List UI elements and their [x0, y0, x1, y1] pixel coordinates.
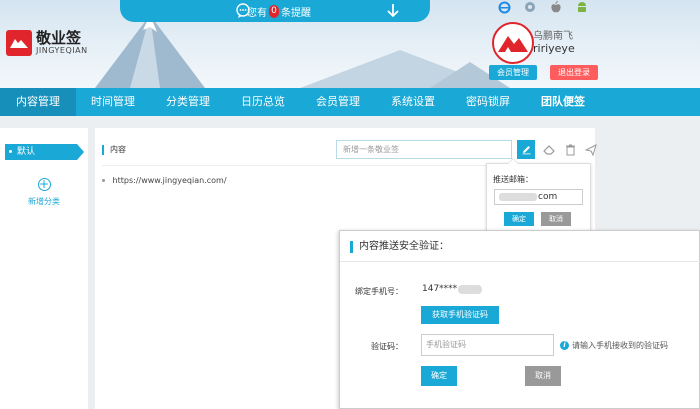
logout-button[interactable]: 退出登录: [550, 65, 598, 80]
arrow-down-icon[interactable]: [386, 3, 400, 19]
nav-system-settings[interactable]: 系统设置: [376, 88, 450, 116]
logo-icon: [6, 30, 32, 56]
security-verify-dialog: 内容推送安全验证： 绑定手机号： 147**** 获取手机验证码 验证码： 手机…: [339, 230, 700, 409]
eraser-icon: [542, 145, 555, 155]
phone-label: 绑定手机号：: [355, 287, 403, 296]
info-icon: i: [560, 341, 569, 350]
phone-value: 147****: [422, 284, 483, 294]
notice-text: 您有 0 条提醒: [247, 4, 311, 19]
trash-icon: [565, 144, 575, 155]
delete-button[interactable]: [561, 140, 579, 159]
push-ok-button[interactable]: 确定: [504, 212, 534, 226]
push-email-label: 推送邮箱：: [493, 175, 533, 184]
list-item[interactable]: https://www.jingyeqian.com/: [102, 176, 227, 185]
new-note-input[interactable]: 新增一条敬业签: [336, 140, 512, 159]
get-sms-code-button[interactable]: 获取手机验证码: [421, 306, 499, 324]
notice-count-badge: 0: [269, 4, 279, 18]
member-management-button[interactable]: 会员管理: [489, 65, 537, 80]
divider: [340, 261, 700, 262]
note-text: https://www.jingyeqian.com/: [112, 176, 227, 185]
nav-time-management[interactable]: 时间管理: [76, 88, 150, 116]
code-label: 验证码：: [371, 342, 403, 351]
content-heading: 内容: [102, 145, 126, 155]
platform-links: [497, 0, 589, 14]
sidebar-item-default[interactable]: 默认: [5, 144, 84, 160]
push-email-input[interactable]: com: [494, 189, 583, 205]
bullet-icon: [102, 179, 105, 182]
app-logo[interactable]: 敬业签 JINGYEQIAN: [6, 30, 88, 56]
add-category-button[interactable]: + 新增分类: [24, 178, 64, 207]
notice-bar[interactable]: 您有 0 条提醒: [120, 0, 430, 22]
redacted-email: [499, 192, 537, 201]
cancel-button[interactable]: 取消: [525, 366, 561, 386]
dialog-title: 内容推送安全验证：: [350, 241, 449, 253]
app-name-en: JINGYEQIAN: [36, 46, 88, 55]
nav-content-management[interactable]: 内容管理: [0, 88, 76, 116]
push-cancel-button[interactable]: 取消: [541, 212, 571, 226]
plus-icon: +: [37, 177, 51, 191]
sidebar: 默认 + 新增分类: [0, 128, 88, 409]
send-button[interactable]: [582, 140, 600, 159]
chat-icon: [236, 3, 250, 18]
sms-code-input[interactable]: 手机验证码: [421, 334, 554, 356]
mac-icon[interactable]: [523, 0, 537, 14]
redacted-phone: [458, 284, 483, 294]
header: 敬业签 JINGYEQIAN 您有 0 条提醒 乌鹏南飞 ririyeye 会员…: [0, 0, 700, 88]
user-account: ririyeye: [533, 42, 575, 55]
ie-icon[interactable]: [497, 0, 511, 14]
clear-button[interactable]: [540, 140, 558, 159]
avatar[interactable]: [492, 22, 534, 64]
user-nickname: 乌鹏南飞: [533, 31, 573, 42]
nav-member-management[interactable]: 会员管理: [300, 88, 376, 116]
code-hint: i 请输入手机接收到的验证码: [560, 340, 668, 351]
nav-calendar-overview[interactable]: 日历总览: [226, 88, 300, 116]
android-icon[interactable]: [575, 0, 589, 14]
nav-team-notes[interactable]: 团队便签: [526, 88, 600, 116]
nav-password-lock[interactable]: 密码锁屏: [450, 88, 526, 116]
main-nav: 内容管理 时间管理 分类管理 日历总览 会员管理 系统设置 密码锁屏 团队便签: [0, 88, 700, 116]
paper-plane-icon: [585, 143, 597, 156]
pencil-icon: [522, 146, 530, 155]
app-name: 敬业签: [36, 29, 82, 47]
bullet-icon: [9, 150, 12, 153]
nav-category-management[interactable]: 分类管理: [150, 88, 226, 116]
push-email-popup: 推送邮箱： com 确定 取消: [486, 158, 591, 233]
apple-icon[interactable]: [549, 0, 563, 14]
confirm-button[interactable]: 确定: [421, 366, 457, 386]
edit-button[interactable]: [517, 140, 535, 159]
